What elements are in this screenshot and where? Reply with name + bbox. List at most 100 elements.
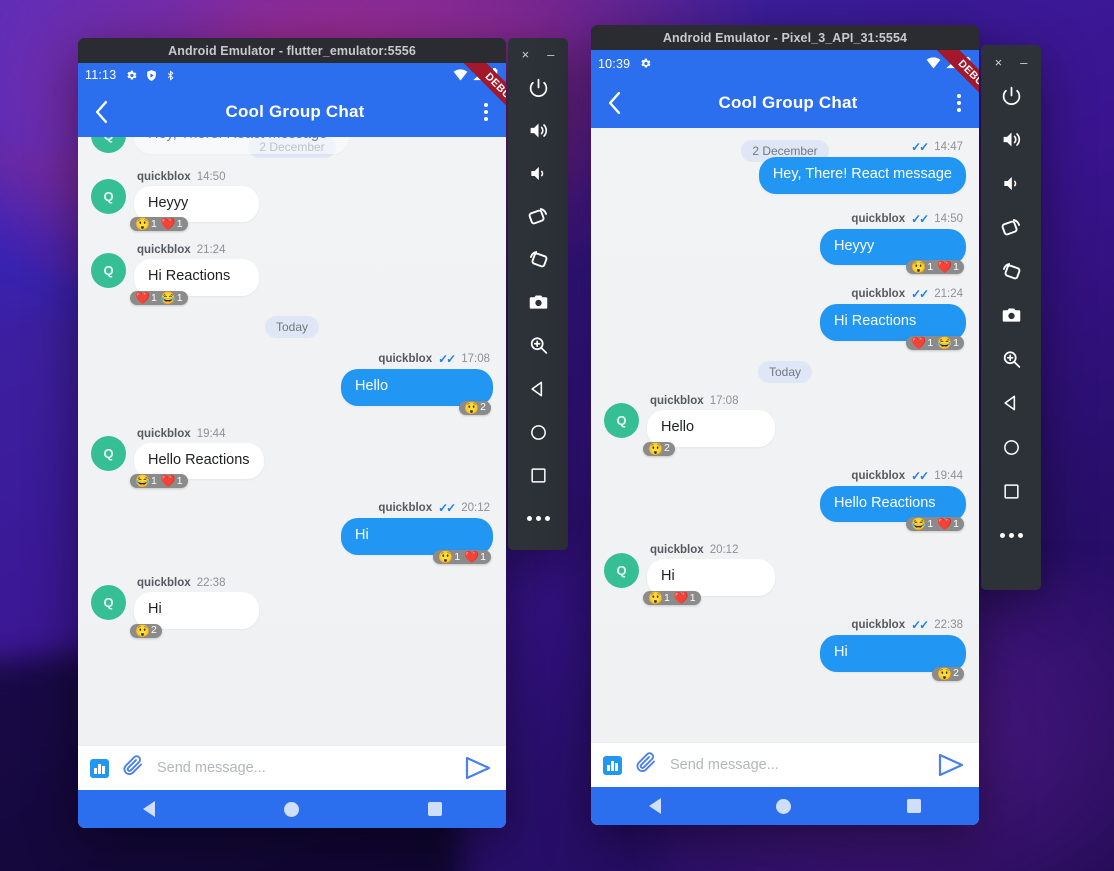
attachment-clip-icon[interactable] [634,751,658,780]
reaction-pill[interactable]: 😂 1 ❤️ 1 [906,517,964,532]
power-icon[interactable] [981,73,1041,117]
message-meta: quickblox 20:12 [647,544,775,556]
reaction-pill[interactable]: ❤️ 1 😂 1 [130,291,188,306]
zoom-icon[interactable] [981,337,1041,381]
minimize-icon[interactable]: – [547,48,554,61]
message-bubble[interactable]: Hello 😲 2 [341,369,493,415]
message-bubble[interactable]: Hi Reactions ❤️ 1 😂 1 [820,304,966,351]
emulator-toolbar-right: × – [981,45,1041,590]
power-icon[interactable] [508,66,568,109]
search-input message-input[interactable] [157,760,452,776]
rotate-left-icon[interactable] [981,205,1041,249]
overflow-menu-button[interactable] [466,103,506,121]
home-icon[interactable] [508,411,568,454]
reaction-emoji: ❤️ [673,591,689,606]
status-right-icons [453,68,499,82]
message-bubble[interactable]: Hello Reactions 😂 1 ❤️ 1 [820,485,966,532]
camera-icon[interactable] [981,293,1041,337]
message-bubble[interactable]: Hello Reactions 😂 1 ❤️ 1 [130,442,264,489]
message-row: Q quickblox 21:24 Hi Reactions ❤️ 1 😂 1 [78,244,506,306]
reaction-pill[interactable]: 😲 1 ❤️ 1 [643,591,701,606]
camera-icon[interactable] [508,281,568,324]
page-title: Cool Group Chat [225,102,365,121]
reaction-count: 1 [927,518,934,531]
message-bubble[interactable]: Hi Reactions ❤️ 1 😂 1 [130,259,259,306]
reaction-pill[interactable]: 😲 1 ❤️ 1 [130,217,188,232]
message-list-left[interactable]: Q Hey, There! React message 2 December Q [78,137,506,745]
overflow-menu-button[interactable] [939,93,979,112]
reaction-pill[interactable]: 😲 1 ❤️ 1 [906,260,964,275]
message-text: Hi [355,527,369,544]
back-icon[interactable] [508,367,568,410]
send-icon[interactable] [464,755,494,781]
message-bubble[interactable]: Hi 😲 2 [130,592,259,638]
rotate-right-icon[interactable] [508,238,568,281]
message-column: quickblox 17:08 Hello 😲 2 [643,395,775,456]
message-bubble[interactable]: Hi 😲 1 ❤️ 1 [643,559,775,606]
message-row: Q quickblox 17:08 Hello 😲 2 [591,395,979,456]
reaction-emoji: 😲 [911,260,927,275]
message-input[interactable] [670,757,925,773]
nav-back-icon[interactable] [142,801,155,817]
close-icon[interactable]: × [522,48,530,61]
home-icon[interactable] [981,425,1041,469]
read-ticks-icon: ✓✓ [911,287,929,302]
send-icon[interactable] [937,752,967,778]
rotate-left-icon[interactable] [508,195,568,238]
volume-down-icon[interactable] [981,161,1041,205]
close-icon[interactable]: × [995,56,1003,69]
volume-up-icon[interactable] [981,117,1041,161]
reaction-pill[interactable]: 😲 2 [643,441,675,456]
minimize-icon[interactable]: – [1020,56,1027,69]
message-bubble[interactable]: Hey, There! React message [134,137,349,154]
nav-home-icon[interactable] [776,798,792,814]
nav-recents-icon[interactable] [427,802,442,816]
message-bubble[interactable]: Hi 😲 1 ❤️ 1 [341,518,493,565]
message-column: quickblox ✓✓ 22:38 Hi 😲 2 [820,618,966,681]
reaction-pill[interactable]: ❤️ 1 😂 1 [906,336,964,351]
sender-name: quickblox [137,170,191,183]
message-bubble[interactable]: Hey, There! React message [758,157,966,194]
overview-icon[interactable] [508,454,568,497]
attachment-clip-icon[interactable] [121,754,145,783]
volume-up-icon[interactable] [508,109,568,152]
rotate-right-icon[interactable] [981,249,1041,293]
message-bubble[interactable]: Hello 😲 2 [643,410,775,456]
poll-icon[interactable] [603,755,622,775]
back-icon[interactable] [981,381,1041,425]
message-bubble[interactable]: Hi 😲 2 [820,635,966,681]
volume-down-icon[interactable] [508,152,568,195]
reaction-count: 1 [663,591,670,604]
reaction-pill[interactable]: 😲 2 [459,400,491,415]
nav-home-icon[interactable] [283,801,299,817]
message-text: Heyyy [834,237,875,254]
reaction-pill[interactable]: 😲 2 [130,623,162,638]
more-icon[interactable] [981,513,1041,557]
message-text: Hey, There! React message [772,166,952,182]
composer-bar-right [591,742,979,787]
reaction-pill[interactable]: 😲 2 [932,666,964,681]
message-time: 17:08 [709,395,739,408]
poll-icon[interactable] [90,758,109,778]
message-row: Q quickblox 19:44 Hello Reactions 😂 1 ❤️ 1 [78,428,506,489]
zoom-icon[interactable] [508,324,568,367]
back-button[interactable] [591,91,637,115]
reaction-emoji: 😲 [135,623,150,638]
message-bubble[interactable]: Heyyy 😲 1 ❤️ 1 [820,228,966,275]
message-list-right[interactable]: 2 December ✓✓ 14:47 Hey, There! React me… [591,128,979,742]
message-time: 19:44 [934,469,963,482]
nav-recents-icon[interactable] [907,799,922,813]
message-bubble[interactable]: Heyyy 😲 1 ❤️ 1 [130,185,259,232]
more-icon[interactable] [508,497,568,540]
reaction-item: 😲 1 [911,261,933,273]
back-button[interactable] [78,100,124,124]
reaction-pill[interactable]: 😲 1 ❤️ 1 [433,550,491,565]
chevron-left-icon [608,91,620,114]
reaction-item: ❤️ 1 [161,218,183,230]
reaction-pill[interactable]: 😂 1 ❤️ 1 [130,474,188,489]
message-row: quickblox ✓✓ 19:44 Hello Reactions 😂 1 ❤️… [591,469,979,532]
sender-name: quickblox [378,353,433,366]
overview-icon[interactable] [981,469,1041,513]
nav-back-icon[interactable] [648,798,661,814]
emulator-window-right: Android Emulator - Pixel_3_API_31:5554 1… [591,25,1041,825]
